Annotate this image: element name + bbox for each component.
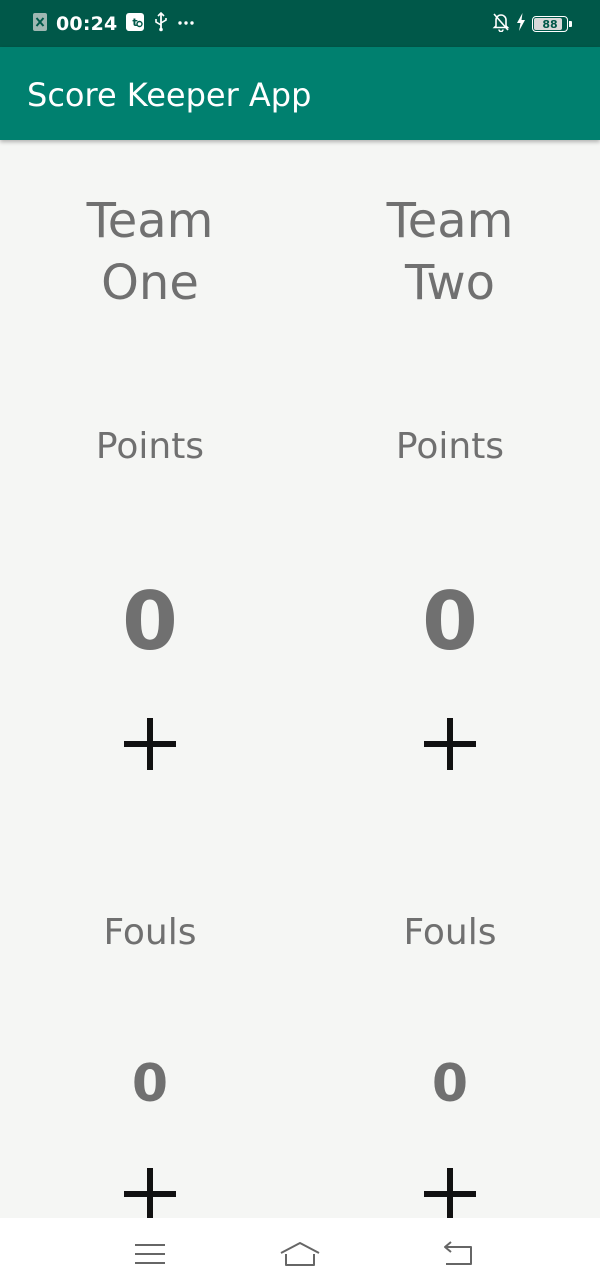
team-one-name: Team One	[86, 193, 214, 311]
app-bar: Score Keeper App	[0, 47, 600, 140]
status-time: 00:24	[56, 13, 118, 35]
back-icon	[444, 1241, 472, 1265]
more-dots-icon	[177, 12, 195, 37]
status-bar-left: 00:24 t	[32, 11, 195, 37]
team-one-add-foul-button[interactable]	[100, 1168, 200, 1218]
team-two-add-foul-button[interactable]	[400, 1168, 500, 1218]
plus-icon	[424, 718, 476, 770]
team-two-points-value: 0	[422, 575, 478, 668]
plus-icon	[424, 1168, 476, 1218]
back-button[interactable]	[428, 1234, 488, 1274]
team-two-fouls-value: 0	[431, 1054, 469, 1114]
battery-level: 88	[542, 17, 558, 31]
team-two-fouls-label: Fouls	[403, 912, 497, 953]
excel-notification-icon	[32, 12, 48, 37]
team-two-add-point-button[interactable]	[400, 718, 500, 798]
battery-icon: 88	[532, 16, 572, 32]
team-one-add-point-button[interactable]	[100, 718, 200, 798]
bell-off-icon	[492, 12, 510, 37]
vpn-key-icon: t	[125, 12, 145, 37]
score-content: Team One Points 0 Fouls 0 Team Two Points …	[0, 140, 600, 1218]
status-bar: 00:24 t 88	[0, 0, 600, 47]
navigation-bar	[0, 1218, 600, 1287]
team-one-column: Team One Points 0 Fouls 0	[0, 140, 300, 1218]
team-one-fouls-value: 0	[131, 1054, 169, 1114]
charging-bolt-icon	[516, 12, 526, 36]
app-title: Score Keeper App	[27, 76, 312, 114]
menu-button[interactable]	[120, 1234, 180, 1274]
team-one-points-label: Points	[95, 426, 205, 467]
team-two-name: Team Two	[386, 193, 514, 311]
plus-icon	[124, 1168, 176, 1218]
home-icon	[280, 1242, 320, 1266]
team-two-points-label: Points	[395, 426, 505, 467]
menu-icon	[135, 1244, 165, 1264]
status-bar-right: 88	[492, 12, 572, 37]
team-one-fouls-label: Fouls	[103, 912, 197, 953]
home-button[interactable]	[270, 1234, 330, 1274]
team-one-points-value: 0	[122, 575, 178, 668]
plus-icon	[124, 718, 176, 770]
usb-icon	[153, 11, 169, 37]
team-two-column: Team Two Points 0 Fouls 0	[300, 140, 600, 1218]
